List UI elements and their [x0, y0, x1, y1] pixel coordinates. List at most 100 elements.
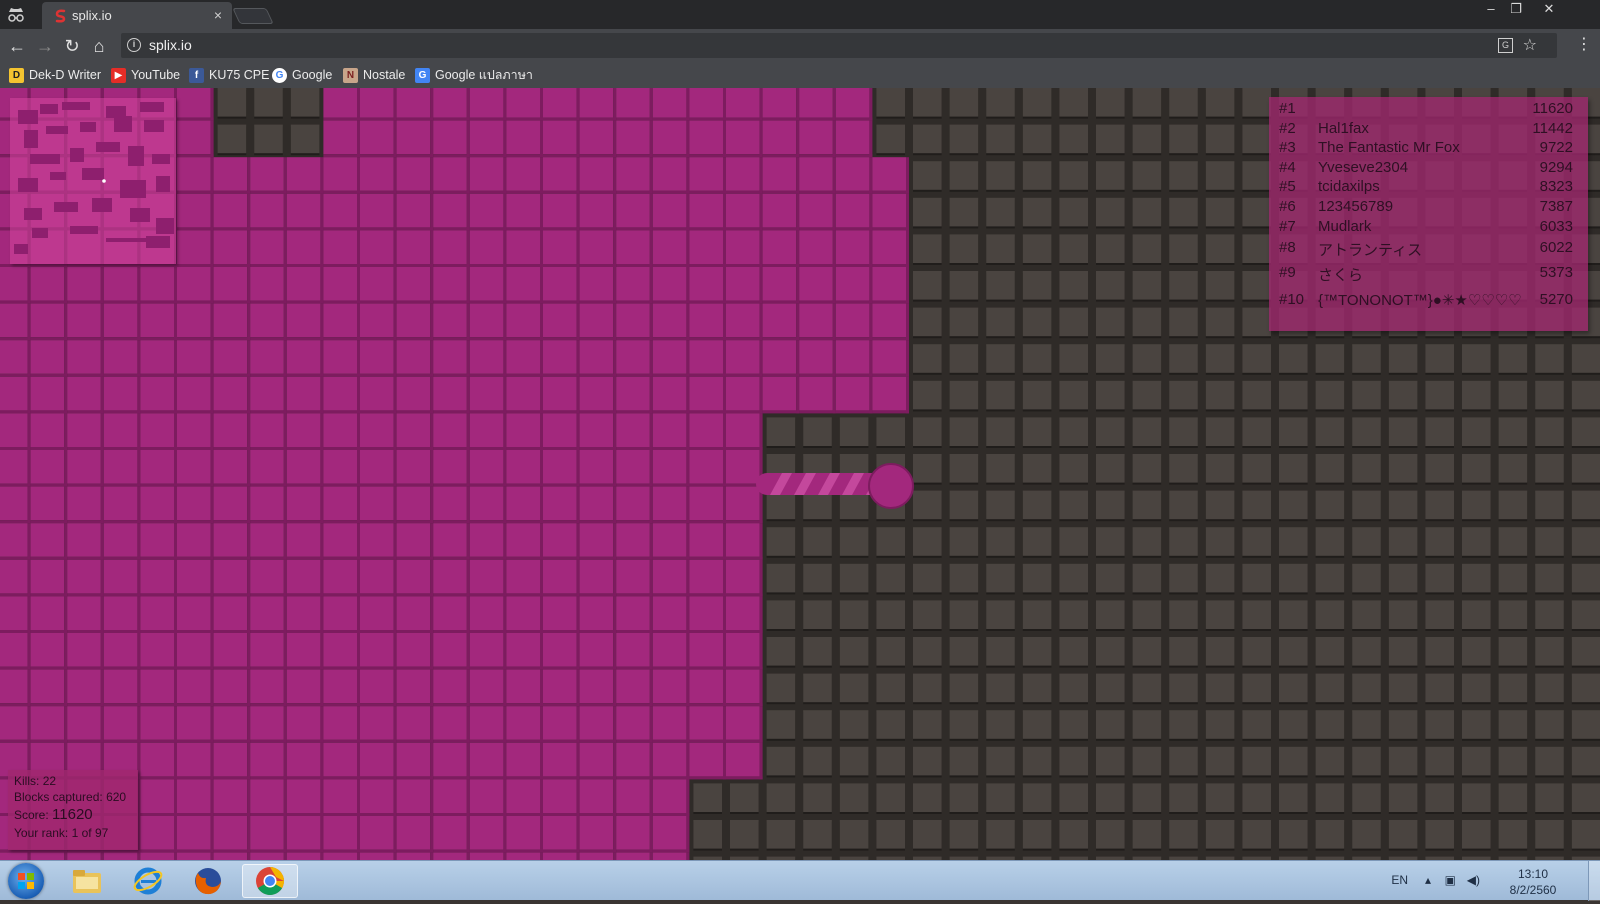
leaderboard-score: 11620	[1532, 100, 1573, 117]
minimap-territory	[14, 102, 174, 254]
leaderboard-name: Yveseve2304	[1318, 159, 1409, 176]
taskbar-internet-explorer[interactable]	[123, 864, 173, 898]
reload-button[interactable]: ↻	[61, 35, 83, 57]
bookmark-google[interactable]: G Google	[272, 66, 332, 84]
leaderboard-rank: #2	[1279, 120, 1296, 137]
leaderboard-rank: #4	[1279, 159, 1296, 176]
url-text[interactable]: splix.io	[149, 37, 192, 53]
language-indicator[interactable]: EN	[1391, 873, 1408, 887]
minimize-button[interactable]: –	[1477, 1, 1505, 19]
blocks-stat: Blocks captured: 620	[14, 790, 127, 804]
bookmark-dekd[interactable]: D Dek-D Writer	[9, 66, 101, 84]
translate-icon[interactable]: G	[1498, 38, 1513, 53]
bookmark-nostale[interactable]: N Nostale	[343, 66, 405, 84]
leaderboard-score: 5270	[1539, 291, 1573, 308]
clock-time: 13:10	[1517, 867, 1549, 881]
chrome-menu-button[interactable]: ⋮	[1576, 36, 1592, 54]
leaderboard-row: #3 The Fantastic Mr Fox 9722	[1279, 139, 1579, 159]
leaderboard-rank: #1	[1279, 100, 1296, 117]
taskbar-firefox[interactable]	[183, 864, 233, 898]
google-translate-icon: G	[415, 67, 430, 83]
rank-value: 1 of 97	[71, 826, 109, 840]
minimap-player-marker	[102, 179, 106, 183]
player-head	[868, 463, 914, 509]
leaderboard-row: #7 Mudlark 6033	[1279, 218, 1579, 238]
browser-toolbar: ← → ↻ ⌂ i splix.io G ☆ ⋮	[0, 29, 1600, 62]
leaderboard-name: Hal1fax	[1318, 120, 1369, 137]
new-tab-button[interactable]	[232, 8, 274, 24]
taskbar-chrome[interactable]	[242, 864, 298, 898]
leaderboard-rank: #8	[1279, 239, 1296, 256]
address-bar[interactable]: i splix.io G ☆	[121, 33, 1557, 58]
tray-expand-icon[interactable]: ▴	[1425, 873, 1431, 887]
game-canvas[interactable]: #1 11620 #2 Hal1fax 11442 #3 The Fantastic Mr …	[0, 88, 1600, 860]
internet-explorer-icon	[133, 867, 163, 895]
leaderboard-score: 6022	[1539, 239, 1573, 256]
nostale-icon: N	[343, 67, 358, 83]
score-stat: Score: 11620	[14, 806, 93, 823]
show-desktop-button[interactable]	[1588, 861, 1600, 901]
taskbar-explorer[interactable]	[62, 864, 112, 898]
bookmark-label: YouTube	[131, 68, 181, 82]
leaderboard-score: 11442	[1532, 120, 1573, 137]
bookmarks-bar: D Dek-D Writer ▶ YouTube f KU75 CPE G Go…	[0, 62, 1600, 88]
leaderboard-name: アトランティス	[1318, 242, 1423, 259]
incognito-icon	[8, 8, 24, 22]
leaderboard-name: 123456789	[1318, 198, 1394, 215]
clock-date: 8/2/2560	[1509, 883, 1557, 897]
leaderboard-row: #2 Hal1fax 11442	[1279, 120, 1579, 140]
youtube-icon: ▶	[111, 67, 126, 83]
bookmark-label: KU75 CPE	[209, 68, 270, 82]
kills-stat: Kills: 22	[14, 774, 57, 788]
leaderboard: #1 11620 #2 Hal1fax 11442 #3 The Fantastic Mr …	[1269, 97, 1588, 331]
leaderboard-name: さくら	[1318, 267, 1364, 284]
volume-icon[interactable]: ◀)	[1467, 873, 1480, 887]
leaderboard-rank: #5	[1279, 178, 1296, 195]
leaderboard-rank: #10	[1279, 291, 1305, 308]
bookmark-star-icon[interactable]: ☆	[1523, 35, 1537, 55]
leaderboard-row: #9 さくら 5373	[1279, 264, 1579, 284]
forward-button[interactable]: →	[34, 35, 56, 57]
leaderboard-score: 5373	[1539, 264, 1573, 281]
restore-button[interactable]: ❐	[1502, 1, 1530, 19]
bookmark-label: Dek-D Writer	[29, 68, 101, 82]
dekd-icon: D	[9, 67, 24, 83]
leaderboard-name: The Fantastic Mr Fox	[1318, 139, 1460, 156]
bookmark-ku75[interactable]: f KU75 CPE	[189, 66, 269, 84]
leaderboard-row: #4 Yveseve2304 9294	[1279, 159, 1579, 179]
leaderboard-name: Mudlark	[1318, 218, 1372, 235]
home-button[interactable]: ⌂	[88, 35, 110, 57]
tab-title: splix.io	[72, 8, 112, 23]
leaderboard-score: 7387	[1539, 198, 1573, 215]
leaderboard-row: #10 {™TONONOT™}●✳★♡♡♡♡ 5270	[1279, 291, 1579, 311]
browser-window: splix.io × – ❐ ✕ ← → ↻ ⌂ i splix.io G ☆ …	[0, 0, 1600, 901]
rank-stat: Your rank: 1 of 97	[14, 826, 109, 840]
windows-taskbar: EN ▴ ▣ ◀) 13:10 8/2/2560	[0, 860, 1600, 901]
leaderboard-score: 9722	[1539, 139, 1573, 156]
network-icon[interactable]: ▣	[1445, 873, 1456, 887]
bookmark-youtube[interactable]: ▶ YouTube	[111, 66, 180, 84]
bookmark-google-translate[interactable]: G Google แปลภาษา	[415, 66, 533, 84]
tab-splix[interactable]: splix.io ×	[42, 2, 232, 29]
close-window-button[interactable]: ✕	[1535, 1, 1563, 19]
leaderboard-row: #5 tcidaxilps 8323	[1279, 178, 1579, 198]
splix-favicon-icon	[55, 9, 66, 23]
blocks-value: 620	[106, 790, 127, 804]
bookmark-label: Google แปลภาษา	[435, 68, 533, 82]
minimap	[10, 98, 176, 264]
leaderboard-score: 9294	[1539, 159, 1573, 176]
tab-close-icon[interactable]: ×	[214, 7, 222, 23]
score-value: 11620	[52, 806, 93, 823]
leaderboard-score: 6033	[1539, 218, 1573, 235]
chrome-icon	[256, 867, 284, 895]
site-info-icon[interactable]: i	[127, 38, 141, 52]
bookmark-label: Google	[292, 68, 333, 82]
clock[interactable]: 13:10 8/2/2560	[1498, 866, 1568, 898]
windows-logo-icon	[18, 873, 34, 889]
kills-value: 22	[42, 774, 57, 788]
start-button[interactable]	[8, 863, 44, 899]
windows-explorer-icon	[73, 870, 101, 893]
leaderboard-row: #1 11620	[1279, 100, 1579, 120]
player-stats: Kills: 22 Blocks captured: 620 Score: 11…	[8, 770, 138, 850]
back-button[interactable]: ←	[6, 35, 28, 57]
